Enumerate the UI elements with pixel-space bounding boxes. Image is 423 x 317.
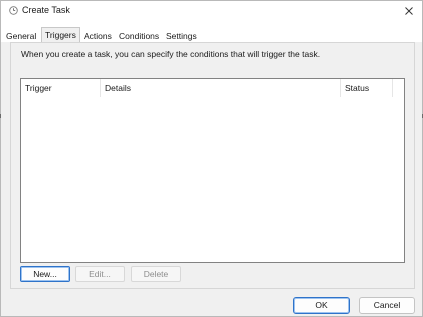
tab-conditions[interactable]: Conditions bbox=[119, 30, 159, 42]
title-bar[interactable]: Create Task bbox=[1, 1, 422, 21]
column-header-status[interactable]: Status bbox=[345, 83, 369, 94]
column-header-trigger[interactable]: Trigger bbox=[25, 83, 52, 94]
tab-triggers[interactable]: Triggers bbox=[41, 27, 80, 43]
column-header-details[interactable]: Details bbox=[105, 83, 131, 94]
window-title: Create Task bbox=[22, 5, 70, 15]
triggers-list[interactable]: Trigger Details Status bbox=[20, 78, 405, 263]
close-button[interactable] bbox=[396, 1, 422, 21]
triggers-intro-text: When you create a task, you can specify … bbox=[21, 49, 321, 59]
tab-settings[interactable]: Settings bbox=[166, 30, 197, 42]
tab-actions[interactable]: Actions bbox=[84, 30, 112, 42]
edit-trigger-button[interactable]: Edit... bbox=[75, 266, 125, 282]
column-divider[interactable] bbox=[100, 79, 101, 97]
tab-general[interactable]: General bbox=[6, 30, 36, 42]
new-trigger-button[interactable]: New... bbox=[20, 266, 70, 282]
delete-trigger-button[interactable]: Delete bbox=[131, 266, 181, 282]
tab-strip: General Triggers Actions Conditions Sett… bbox=[1, 21, 422, 43]
column-divider[interactable] bbox=[340, 79, 341, 97]
window-resize-edge[interactable] bbox=[0, 114, 1, 118]
ok-button[interactable]: OK bbox=[293, 297, 350, 314]
triggers-panel: When you create a task, you can specify … bbox=[10, 42, 415, 289]
cancel-button[interactable]: Cancel bbox=[359, 297, 415, 314]
close-icon bbox=[405, 7, 413, 15]
column-divider[interactable] bbox=[392, 79, 393, 97]
create-task-dialog: Create Task General Triggers Actions Con… bbox=[0, 0, 423, 317]
clock-icon bbox=[9, 6, 18, 15]
